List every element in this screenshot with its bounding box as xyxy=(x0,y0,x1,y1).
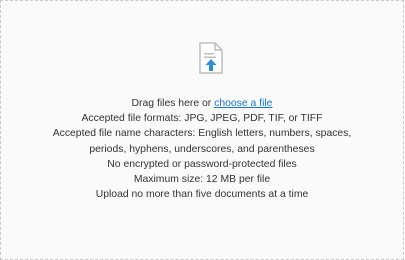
drag-instruction: Drag files here or choose a file xyxy=(1,96,403,111)
max-size-text: Maximum size: 12 MB per file xyxy=(133,174,271,186)
filename-chars-text-1: Accepted file name characters: English l… xyxy=(52,128,352,140)
file-upload-icon xyxy=(199,42,223,74)
accepted-formats-text: Accepted file formats: JPG, JPEG, PDF, T… xyxy=(81,113,323,125)
filename-chars-text-2: periods, hyphens, underscores, and paren… xyxy=(89,143,315,155)
document-limit-text: Upload no more than five documents at a … xyxy=(95,189,309,201)
upload-instructions: Drag files here or choose a file Accepte… xyxy=(1,96,403,202)
file-drop-zone[interactable]: Drag files here or choose a file Accepte… xyxy=(0,0,404,260)
encryption-note-text: No encrypted or password-protected files xyxy=(107,158,297,170)
choose-file-link[interactable]: choose a file xyxy=(214,98,272,109)
drag-text: Drag files here or xyxy=(131,98,215,109)
